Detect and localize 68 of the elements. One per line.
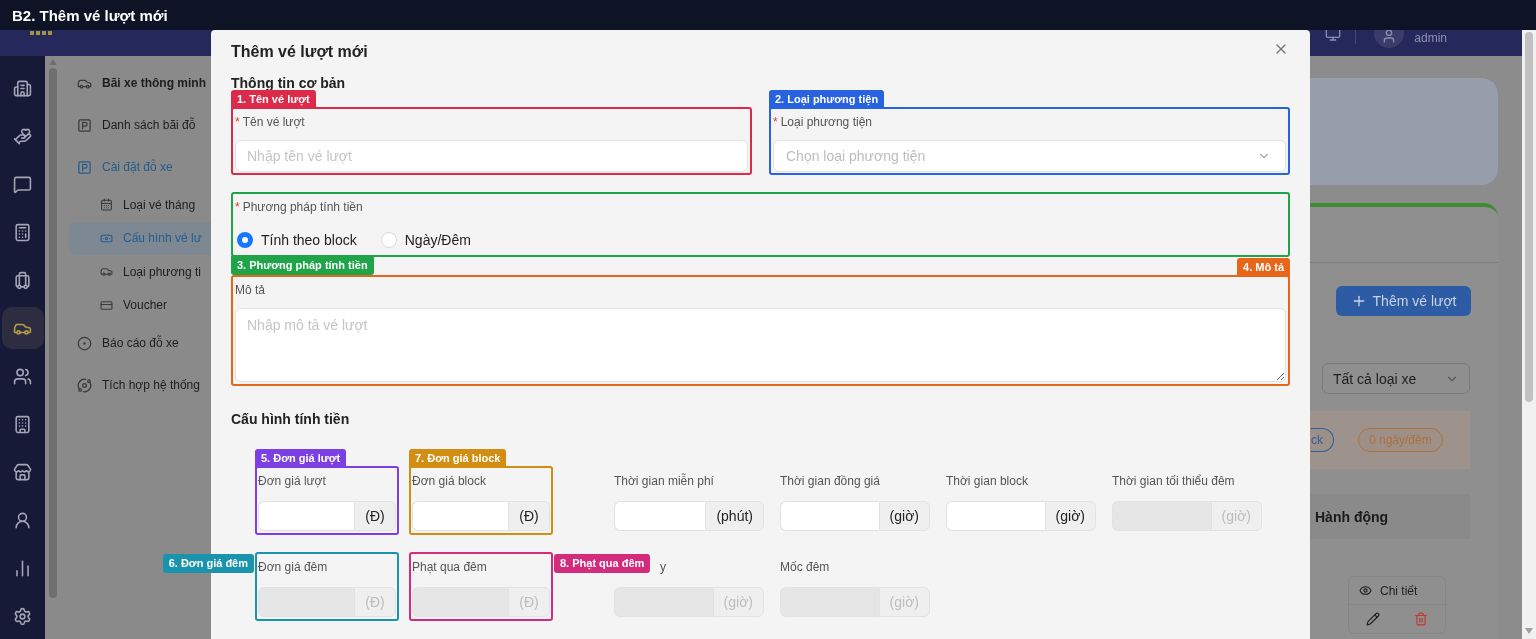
user-name: admin — [1414, 31, 1447, 45]
edit-icon[interactable] — [1366, 612, 1380, 626]
field-label: * Tên vé lượt — [235, 114, 306, 130]
sidebar-icon — [77, 117, 92, 133]
column-header: Hành động — [1315, 508, 1389, 525]
section-heading: Thông tin cơ bản — [231, 75, 346, 91]
field-label: y — [660, 559, 666, 575]
radio-option[interactable]: Tính theo block — [237, 232, 357, 248]
sidebar-icon — [77, 377, 92, 393]
number-input[interactable] — [258, 501, 354, 531]
field-label: * Loại phương tiện — [773, 114, 873, 130]
sidebar-item[interactable]: Danh sách bãi đỗ — [69, 104, 211, 146]
description-input[interactable]: Nhập mô tả vé lượt — [235, 308, 1286, 382]
unit-label: (phút) — [705, 501, 764, 531]
section-heading: Cấu hình tính tiền — [231, 411, 350, 427]
number-input[interactable] — [946, 501, 1045, 531]
sidebar-item[interactable]: Voucher — [69, 288, 211, 322]
annotation-tag: 5. Đơn giá lượt — [255, 449, 347, 468]
annotation-tag: 2. Loại phương tiện — [769, 90, 885, 109]
field-label: Thời gian tối thiểu đêm — [1112, 473, 1235, 489]
field-label: Thời gian miễn phí — [614, 473, 714, 489]
field-label: Đơn giá block — [412, 473, 486, 489]
annotation-tag: 1. Tên vé lượt — [231, 90, 316, 109]
sidebar-icon — [77, 335, 92, 351]
unit-label: (giờ) — [878, 501, 930, 531]
sidebar-item[interactable]: Loại phương ti — [69, 255, 211, 289]
sidebar-icon — [77, 159, 92, 175]
annotation-tag: 8. Phạt qua đêm — [554, 554, 651, 573]
field-label: Đơn giá lượt — [258, 473, 326, 489]
number-input[interactable] — [412, 501, 508, 531]
sidebar-icon — [100, 298, 113, 312]
sidebar-item[interactable]: Báo cáo đỗ xe — [69, 322, 211, 364]
add-button[interactable]: Thêm vé lượt — [1336, 286, 1471, 316]
sidebar-item[interactable]: Tích hợp hệ thống — [69, 364, 211, 406]
logo-icon — [30, 31, 52, 35]
field-label: Phạt qua đêm — [412, 559, 487, 575]
sidebar-icon — [100, 265, 113, 279]
unit-label: (Đ) — [508, 501, 550, 531]
scrollbar[interactable] — [1522, 30, 1536, 639]
field-label: Thời gian block — [946, 473, 1028, 489]
annotation-tag: 7. Đơn giá block — [409, 449, 507, 468]
sidebar-icon — [100, 198, 113, 212]
number-input[interactable] — [614, 501, 706, 531]
dialog-title: Thêm vé lượt mới — [231, 42, 368, 62]
vehicle-filter[interactable]: Tất cả loại xe — [1322, 363, 1470, 394]
field-label: Thời gian đồng giá — [780, 473, 880, 489]
status-badge: ck — [1311, 428, 1334, 452]
status-badge: 0 ngày/đêm — [1358, 428, 1443, 452]
annotation-tag: 3. Phương pháp tính tiền — [231, 256, 374, 275]
field-label: Mô tả — [235, 282, 266, 298]
number-input[interactable] — [780, 501, 879, 531]
sidebar-item[interactable]: Bãi xe thông minh — [69, 62, 211, 104]
radio-icon[interactable] — [237, 232, 253, 248]
window-title: B2. Thêm vé lượt mới — [12, 6, 168, 24]
sidebar-item[interactable]: Loại vé tháng — [69, 188, 211, 222]
unit-label: (giờ) — [1044, 501, 1096, 531]
unit-label: (Đ) — [354, 501, 396, 531]
eye-icon — [1359, 584, 1372, 597]
name-input[interactable]: Nhập tên vé lượt — [235, 140, 748, 172]
detail-button[interactable]: Chi tiết — [1349, 577, 1445, 605]
annotation-tag: 6. Đơn giá đêm — [162, 554, 254, 573]
field-label: * Phương pháp tính tiền — [235, 199, 364, 215]
nav-icon[interactable] — [1, 307, 44, 349]
monitor-icon[interactable] — [1325, 30, 1342, 42]
radio-option[interactable]: Ngày/Đêm — [380, 232, 471, 248]
field-label: Mốc đêm — [780, 559, 830, 575]
field-label: Đơn giá đêm — [258, 559, 328, 575]
annotation-tag: 4. Mô tả — [1237, 258, 1290, 277]
